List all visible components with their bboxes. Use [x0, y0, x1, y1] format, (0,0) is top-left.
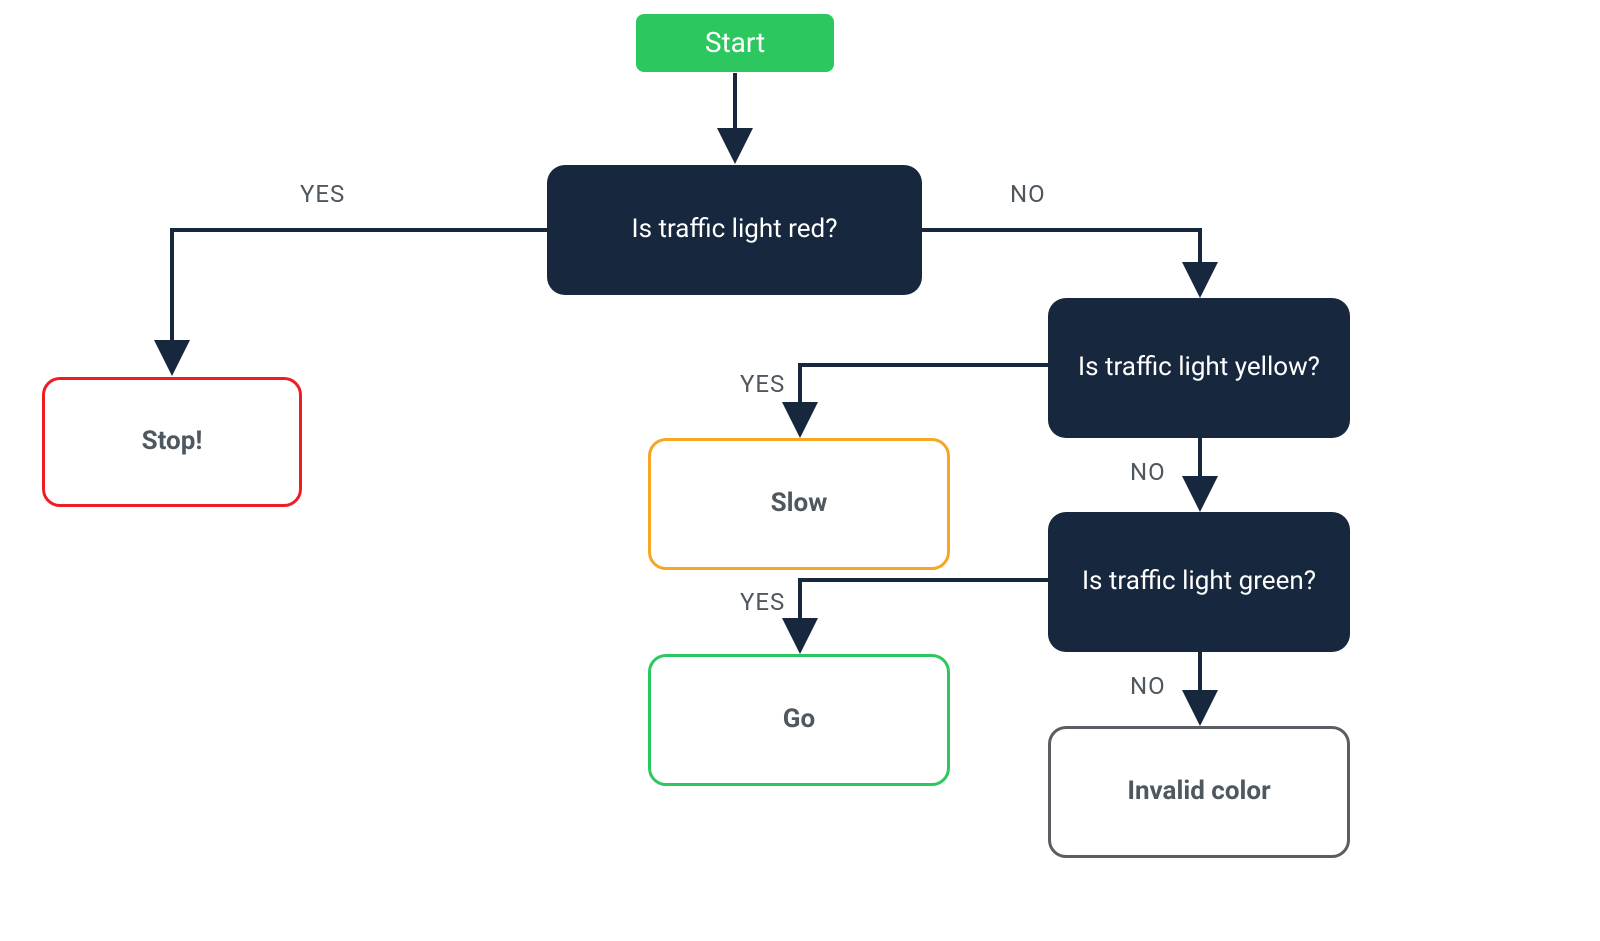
- decision-red: Is traffic light red?: [547, 165, 922, 295]
- outcome-go: Go: [648, 654, 950, 786]
- edge-label-red-yes: YES: [300, 180, 345, 208]
- edge-label-yellow-yes: YES: [740, 370, 785, 398]
- outcome-slow: Slow: [648, 438, 950, 570]
- outcome-slow-label: Slow: [771, 488, 828, 519]
- outcome-invalid: Invalid color: [1048, 726, 1350, 858]
- edge-label-green-no: NO: [1130, 672, 1166, 700]
- decision-yellow: Is traffic light yellow?: [1048, 298, 1350, 438]
- decision-green-label: Is traffic light green?: [1082, 566, 1316, 597]
- edge-label-yellow-no: NO: [1130, 458, 1166, 486]
- decision-yellow-label: Is traffic light yellow?: [1078, 352, 1320, 383]
- outcome-invalid-label: Invalid color: [1127, 776, 1270, 807]
- decision-red-label: Is traffic light red?: [632, 214, 838, 245]
- edge-label-green-yes: YES: [740, 588, 785, 616]
- edge-label-red-no: NO: [1010, 180, 1046, 208]
- outcome-stop-label: Stop!: [142, 426, 203, 457]
- start-node: Start: [636, 14, 834, 72]
- start-label: Start: [705, 26, 765, 60]
- outcome-go-label: Go: [783, 704, 815, 735]
- outcome-stop: Stop!: [42, 377, 302, 507]
- decision-green: Is traffic light green?: [1048, 512, 1350, 652]
